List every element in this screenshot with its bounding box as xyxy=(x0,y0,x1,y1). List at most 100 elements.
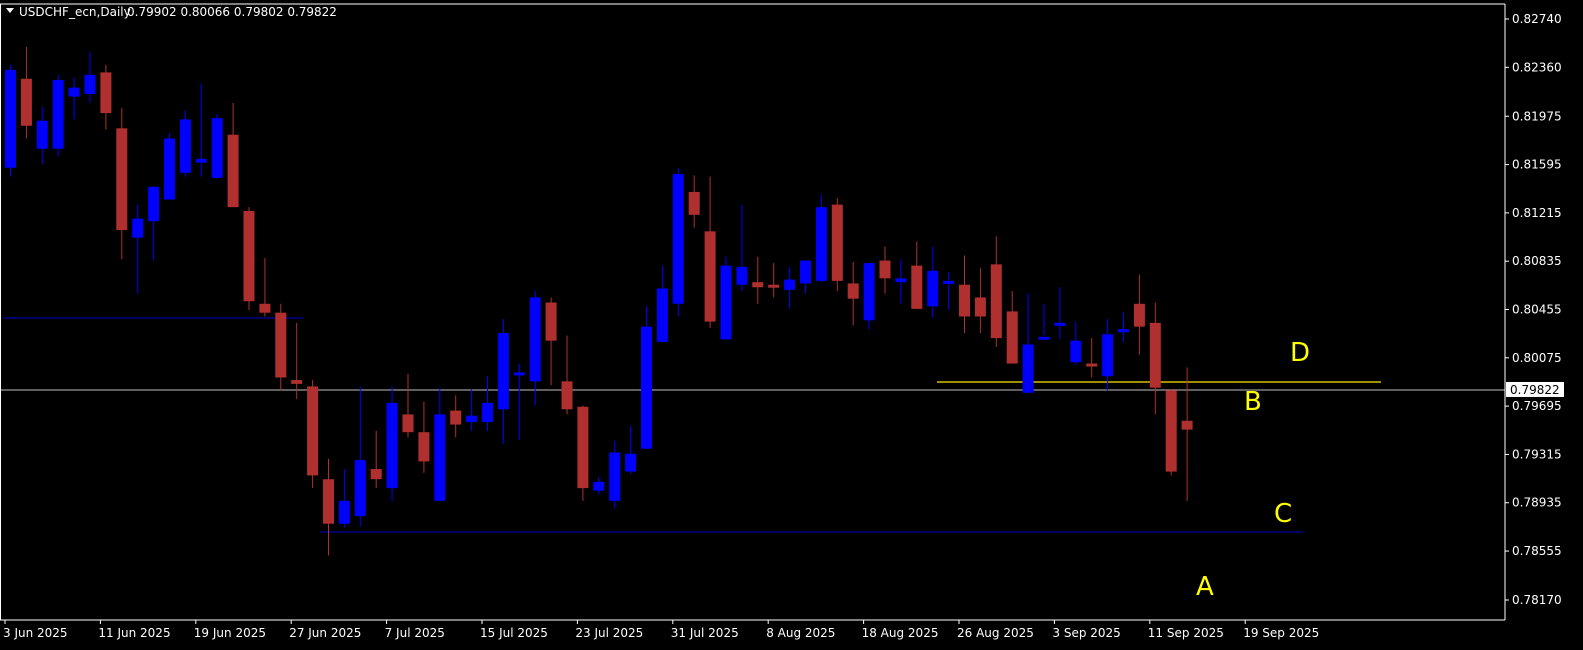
x-tick-label: 3 Jun 2025 xyxy=(3,626,68,640)
candle-body xyxy=(402,414,414,433)
ohlc-values: 0.79902 0.80066 0.79802 0.79822 xyxy=(127,5,337,19)
x-tick-label: 8 Aug 2025 xyxy=(766,626,835,640)
candle-body xyxy=(307,386,319,476)
candle-body xyxy=(466,415,478,423)
candle-body xyxy=(513,372,525,376)
candle-body xyxy=(418,432,430,462)
candle-body xyxy=(815,207,827,281)
candle-body xyxy=(116,128,128,231)
y-tick-label: 0.81215 xyxy=(1512,206,1562,220)
candle-body xyxy=(990,264,1002,339)
candle-body xyxy=(561,381,573,410)
candle-body xyxy=(959,284,970,317)
candle-body xyxy=(164,138,175,200)
candle-body xyxy=(784,279,796,290)
annotation-label-b: B xyxy=(1244,387,1262,417)
candle-body xyxy=(1022,344,1034,393)
candle-body xyxy=(100,72,112,114)
y-tick-label: 0.82360 xyxy=(1512,60,1562,74)
x-tick-label: 3 Sep 2025 xyxy=(1052,626,1120,640)
y-tick-label: 0.80835 xyxy=(1512,254,1562,268)
candle-body xyxy=(895,278,907,283)
candle-body xyxy=(323,479,334,524)
x-tick-label: 11 Jun 2025 xyxy=(98,626,170,640)
candle-body xyxy=(1070,340,1082,363)
candle-body xyxy=(800,260,811,284)
candle-body xyxy=(259,303,271,313)
candle-body xyxy=(291,380,303,384)
candle-body xyxy=(974,297,986,317)
annotation-label-a: A xyxy=(1196,572,1214,602)
y-tick-label: 0.80075 xyxy=(1512,351,1562,365)
candle-body xyxy=(84,74,96,95)
candle-body xyxy=(148,186,160,222)
x-tick-label: 31 Jul 2025 xyxy=(671,626,739,640)
candle-body xyxy=(529,297,541,382)
candle-body xyxy=(545,302,557,341)
candle-body xyxy=(1006,311,1018,364)
x-tick-label: 19 Jun 2025 xyxy=(194,626,266,640)
candle-body xyxy=(688,191,700,215)
x-tick-label: 18 Aug 2025 xyxy=(862,626,939,640)
candle-body xyxy=(211,118,223,178)
candle-body xyxy=(1038,336,1050,340)
annotation-label-c: C xyxy=(1274,499,1292,529)
candle-body xyxy=(482,402,493,423)
candle-body xyxy=(354,460,366,517)
candle-body xyxy=(736,266,748,285)
chart-header: USDCHF_ecn,Daily 0.79902 0.80066 0.79802… xyxy=(6,5,337,19)
candle-body xyxy=(768,284,780,288)
x-tick-label: 19 Sep 2025 xyxy=(1243,626,1319,640)
current-price-label: 0.79822 xyxy=(1510,383,1560,397)
candle-body xyxy=(577,406,589,489)
candle-body xyxy=(847,283,859,299)
candle-body xyxy=(656,288,668,342)
y-tick-label: 0.81975 xyxy=(1512,109,1562,123)
candle-body xyxy=(1149,322,1161,388)
candle-body xyxy=(609,452,621,501)
x-tick-label: 11 Sep 2025 xyxy=(1148,626,1224,640)
candle-body xyxy=(927,270,939,307)
x-tick-label: 23 Jul 2025 xyxy=(575,626,643,640)
candle-body xyxy=(720,265,732,340)
candle-body xyxy=(1133,303,1145,327)
candle-body xyxy=(641,326,652,449)
candle-body xyxy=(879,260,891,279)
candle-body xyxy=(863,263,875,321)
candlestick-chart: 0.82740 0.82360 0.81975 0.81595 0.81215 0.808… xyxy=(0,0,1583,650)
candle-body xyxy=(1054,322,1066,326)
candle-body xyxy=(497,333,509,410)
candle-body xyxy=(1086,363,1098,367)
candle-body xyxy=(36,120,48,149)
candle-body xyxy=(1181,420,1193,430)
candle-body xyxy=(243,210,255,302)
y-tick-label: 0.78170 xyxy=(1512,593,1562,607)
candle-body xyxy=(943,280,955,284)
candle-body xyxy=(386,402,398,489)
candle-body xyxy=(370,469,382,480)
candle-body xyxy=(5,69,16,168)
y-tick-label: 0.80455 xyxy=(1512,303,1562,317)
candle-body xyxy=(338,500,350,524)
candle-body xyxy=(450,410,462,425)
candle-body xyxy=(195,158,207,163)
x-tick-label: 26 Aug 2025 xyxy=(957,626,1034,640)
candle-body xyxy=(434,414,446,501)
candle-body xyxy=(275,312,287,378)
candle-body xyxy=(52,80,64,149)
candle-body xyxy=(911,265,923,309)
chart-title: USDCHF_ecn,Daily xyxy=(19,5,131,19)
candle-body xyxy=(132,218,144,238)
y-tick-label: 0.79695 xyxy=(1512,399,1562,413)
candle-body xyxy=(1165,390,1177,472)
annotation-label-d: D xyxy=(1290,338,1310,368)
candle-body xyxy=(227,134,239,208)
x-tick-label: 27 Jun 2025 xyxy=(289,626,361,640)
candle-body xyxy=(672,174,684,304)
chart-background xyxy=(0,0,1583,650)
candle-body xyxy=(752,282,764,288)
candle-body xyxy=(68,87,80,97)
candle-body xyxy=(1118,329,1129,333)
y-tick-label: 0.78935 xyxy=(1512,496,1562,510)
candle-body xyxy=(704,231,716,322)
